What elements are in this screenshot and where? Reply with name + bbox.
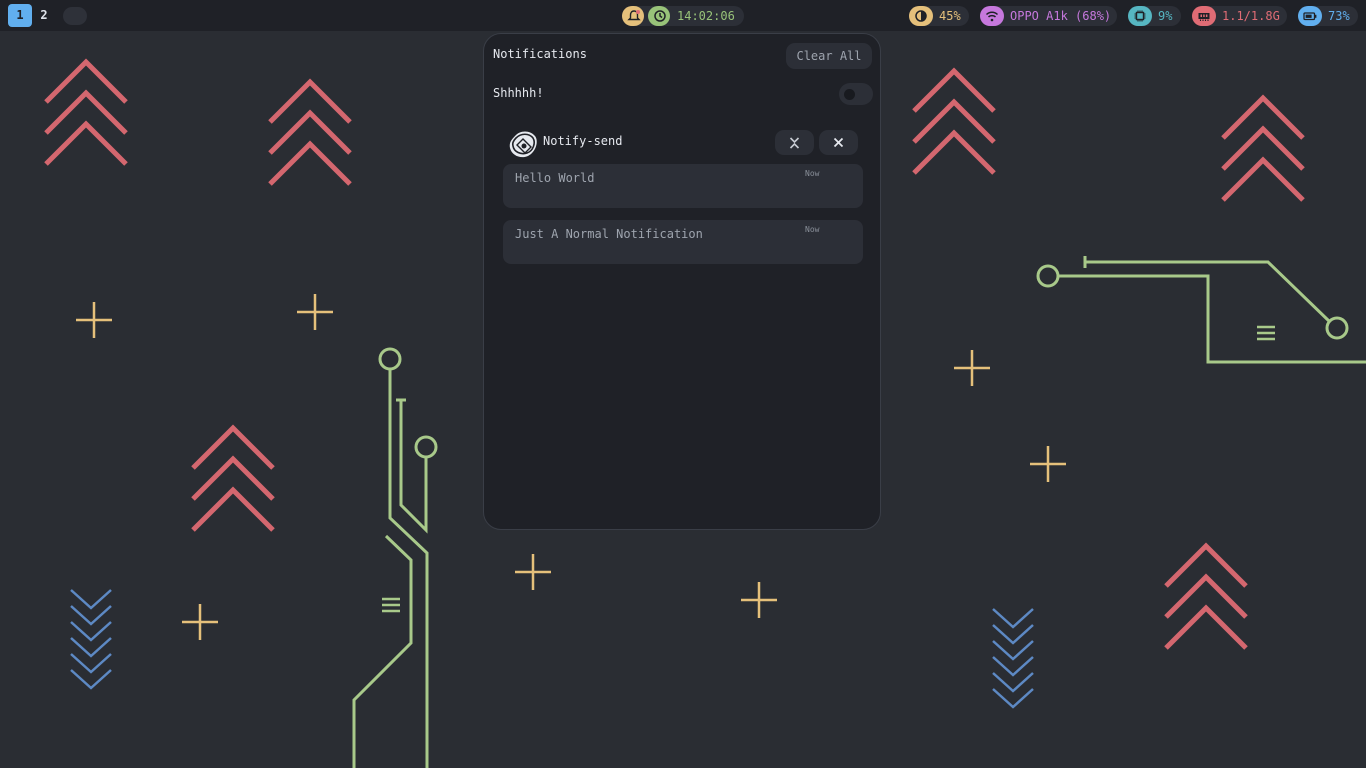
chevron-down-decoration [991, 607, 1035, 709]
cpu-widget[interactable]: 9% [1128, 6, 1181, 26]
notification-center: Notifications Clear All Shhhhh! Notify-s… [483, 33, 881, 530]
chevron-up-decoration [1223, 98, 1303, 200]
workspace-empty-indicator[interactable] [63, 7, 87, 25]
wifi-network: OPPO A1k (68%) [1010, 9, 1112, 23]
top-bar: 1 2 14:02:06 45% OPPO A1k (68%) 9% 1.1/1… [0, 0, 1366, 31]
plus-decoration [74, 300, 114, 340]
notification-group-app-name: Notify-send [543, 134, 623, 148]
clear-all-button[interactable]: Clear All [786, 43, 872, 69]
chevron-up-decoration [914, 71, 994, 173]
close-group-button[interactable] [819, 130, 858, 155]
memory-value: 1.1/1.8G [1222, 9, 1280, 23]
clock-widget[interactable]: 14:02:06 [622, 6, 744, 26]
wifi-icon [980, 6, 1004, 26]
lines-decoration [380, 597, 402, 613]
do-not-disturb-toggle[interactable] [839, 83, 873, 105]
workspace-1-button[interactable]: 1 [8, 4, 32, 27]
collapse-icon [789, 137, 800, 149]
chevron-up-decoration [193, 428, 273, 530]
chevron-up-decoration [1166, 546, 1246, 648]
brightness-icon [909, 6, 933, 26]
battery-icon [1298, 6, 1322, 26]
notification-center-title: Notifications [493, 47, 587, 61]
cpu-value: 9% [1158, 9, 1173, 23]
workspace-2-button[interactable]: 2 [33, 4, 55, 27]
chevron-up-decoration [270, 82, 350, 184]
notification-body: Just A Normal Notification [515, 227, 703, 241]
notification-card[interactable]: Just A Normal Notification Now [503, 220, 863, 264]
toggle-knob [844, 89, 855, 100]
plus-decoration [1028, 444, 1068, 484]
bell-alert-icon[interactable] [622, 6, 644, 26]
clock-icon [648, 6, 670, 26]
notification-body: Hello World [515, 171, 595, 185]
chevron-down-decoration [69, 588, 113, 690]
do-not-disturb-label: Shhhhh! [493, 86, 544, 100]
notification-card[interactable]: Hello World Now [503, 164, 863, 208]
brightness-value: 45% [939, 9, 961, 23]
lines-decoration [1255, 325, 1277, 341]
notification-time: Now [805, 225, 820, 234]
brightness-widget[interactable]: 45% [909, 6, 969, 26]
collapse-group-button[interactable] [775, 130, 814, 155]
plus-decoration [739, 580, 779, 620]
plus-decoration [513, 552, 553, 592]
battery-value: 73% [1328, 9, 1350, 23]
clock-time: 14:02:06 [677, 9, 735, 23]
plus-decoration [180, 602, 220, 642]
wifi-widget[interactable]: OPPO A1k (68%) [980, 6, 1117, 26]
battery-widget[interactable]: 73% [1298, 6, 1358, 26]
notification-time: Now [805, 169, 820, 178]
chevron-up-decoration [46, 62, 126, 164]
cpu-icon [1128, 6, 1152, 26]
notify-send-app-icon [506, 126, 540, 160]
plus-decoration [295, 292, 335, 332]
plus-decoration [952, 348, 992, 388]
memory-widget[interactable]: 1.1/1.8G [1192, 6, 1287, 26]
memory-icon [1192, 6, 1216, 26]
close-icon [833, 137, 844, 148]
